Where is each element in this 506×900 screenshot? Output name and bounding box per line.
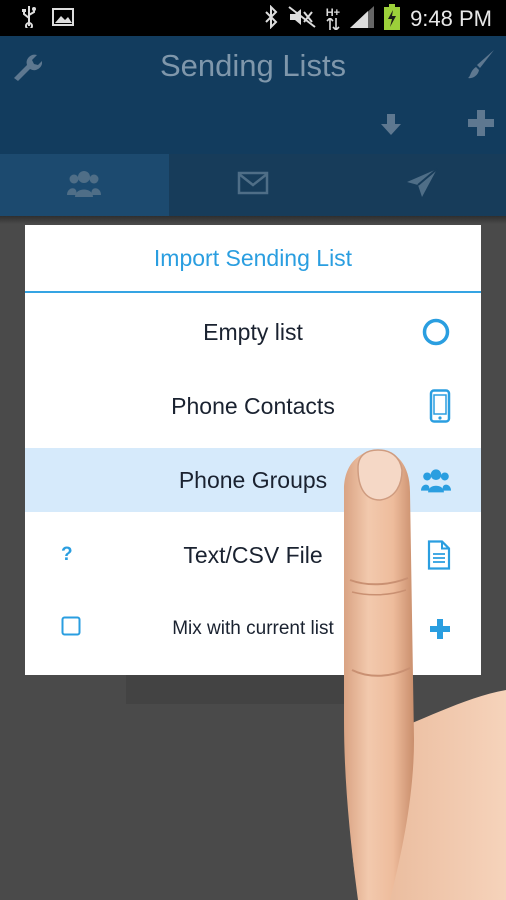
option-empty-list[interactable]: Empty list xyxy=(25,300,481,364)
app-bar: Sending Lists xyxy=(0,36,506,154)
option-label: Mix with current list xyxy=(172,618,334,639)
image-icon xyxy=(52,8,74,30)
battery-icon xyxy=(384,4,401,34)
option-label: Empty list xyxy=(203,318,303,345)
option-phone-groups[interactable]: Phone Groups xyxy=(25,448,481,512)
tab-messages[interactable] xyxy=(169,154,338,216)
send-icon xyxy=(406,168,438,202)
help-icon[interactable]: ? xyxy=(61,544,73,566)
status-bar: H+ 9:48 PM xyxy=(0,0,506,36)
signal-icon xyxy=(350,6,375,32)
circle-icon xyxy=(421,317,451,347)
option-phone-contacts[interactable]: Phone Contacts xyxy=(25,374,481,438)
app-title: Sending Lists xyxy=(159,48,347,83)
usb-icon xyxy=(22,6,36,32)
option-label: Text/CSV File xyxy=(183,541,323,568)
bluetooth-icon xyxy=(264,4,278,33)
network-type-icon: H+ xyxy=(326,8,340,30)
option-label: Phone Contacts xyxy=(171,392,335,419)
tab-lists[interactable] xyxy=(0,154,169,216)
group-icon xyxy=(421,467,451,493)
download-icon[interactable] xyxy=(378,112,404,142)
option-label: Phone Groups xyxy=(178,466,328,493)
import-dialog: Import Sending List Empty list Phone Con… xyxy=(25,225,481,675)
dialog-title: Import Sending List xyxy=(25,225,481,293)
tab-send[interactable] xyxy=(337,154,506,216)
clock: 9:48 PM xyxy=(410,6,492,31)
option-mix-with-current-list[interactable]: Mix with current list xyxy=(25,597,481,661)
plus-icon xyxy=(429,618,451,640)
brush-icon[interactable] xyxy=(466,48,496,86)
tab-bar xyxy=(0,154,506,216)
tab-shadow xyxy=(0,216,506,224)
mix-checkbox[interactable] xyxy=(61,616,81,642)
add-icon[interactable] xyxy=(466,108,496,142)
mute-icon xyxy=(288,6,316,32)
option-text-csv-file[interactable]: ? Text/CSV File xyxy=(25,523,481,587)
envelope-icon xyxy=(237,171,269,199)
file-icon xyxy=(427,540,451,570)
smartphone-icon xyxy=(429,389,451,423)
contacts-group-icon xyxy=(67,169,102,201)
